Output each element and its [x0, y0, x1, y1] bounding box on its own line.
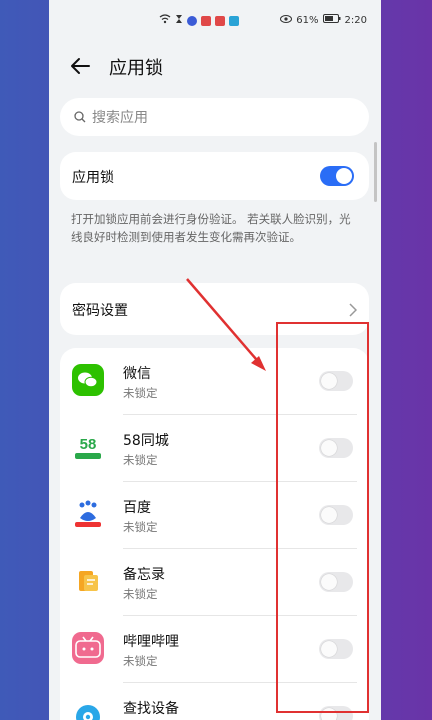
wechat-icon — [72, 364, 104, 396]
wifi-icon — [159, 14, 171, 27]
eye-icon — [280, 14, 293, 26]
svg-text:58: 58 — [80, 436, 97, 453]
back-arrow-icon[interactable] — [69, 54, 93, 78]
app-name: 微信 — [123, 366, 151, 382]
app-lock-card: 应用锁 — [60, 152, 369, 200]
search-notification-icon — [229, 15, 239, 26]
status-icons-left — [159, 14, 239, 27]
message-notification-icon — [215, 15, 225, 26]
app-lock-description: 打开加锁应用前会进行身份验证。 若关联人脸识别，光线良好时检测到使用者发生变化需… — [71, 212, 351, 244]
page-title: 应用锁 — [109, 58, 163, 79]
annotation-highlight-box — [276, 322, 369, 713]
hourglass-icon — [175, 14, 183, 27]
scrollbar[interactable] — [374, 142, 377, 202]
app-name: 查找设备 — [123, 701, 179, 717]
app-name: 百度 — [123, 500, 151, 516]
app-name: 58同城 — [123, 433, 169, 449]
app-status: 未锁定 — [123, 587, 158, 601]
app-notification-icon — [201, 15, 211, 26]
baidu-icon — [72, 498, 104, 530]
58-icon: 58 — [72, 431, 104, 463]
app-lock-toggle[interactable] — [320, 166, 354, 186]
notification-icon — [187, 15, 197, 26]
search-input[interactable]: 搜索应用 — [60, 98, 369, 136]
battery-percent: 61% — [296, 14, 319, 26]
find-device-icon — [72, 699, 104, 720]
app-name: 哔哩哔哩 — [123, 634, 179, 650]
app-status: 未锁定 — [123, 520, 158, 534]
app-status: 未锁定 — [123, 654, 158, 668]
password-settings-label: 密码设置 — [72, 303, 128, 319]
search-icon — [74, 111, 86, 123]
header: 应用锁 — [49, 48, 381, 88]
bilibili-icon — [72, 632, 104, 664]
app-name: 备忘录 — [123, 567, 165, 583]
clock: 2:20 — [344, 14, 367, 26]
status-icons-right: 61% 2:20 — [280, 14, 367, 26]
app-lock-label: 应用锁 — [72, 170, 114, 186]
status-bar: 61% 2:20 — [49, 0, 381, 44]
app-status: 未锁定 — [123, 453, 158, 467]
chevron-right-icon — [349, 302, 358, 321]
search-placeholder: 搜索应用 — [92, 110, 148, 126]
battery-icon — [322, 14, 341, 26]
notes-icon — [72, 565, 104, 597]
app-status: 未锁定 — [123, 386, 158, 400]
